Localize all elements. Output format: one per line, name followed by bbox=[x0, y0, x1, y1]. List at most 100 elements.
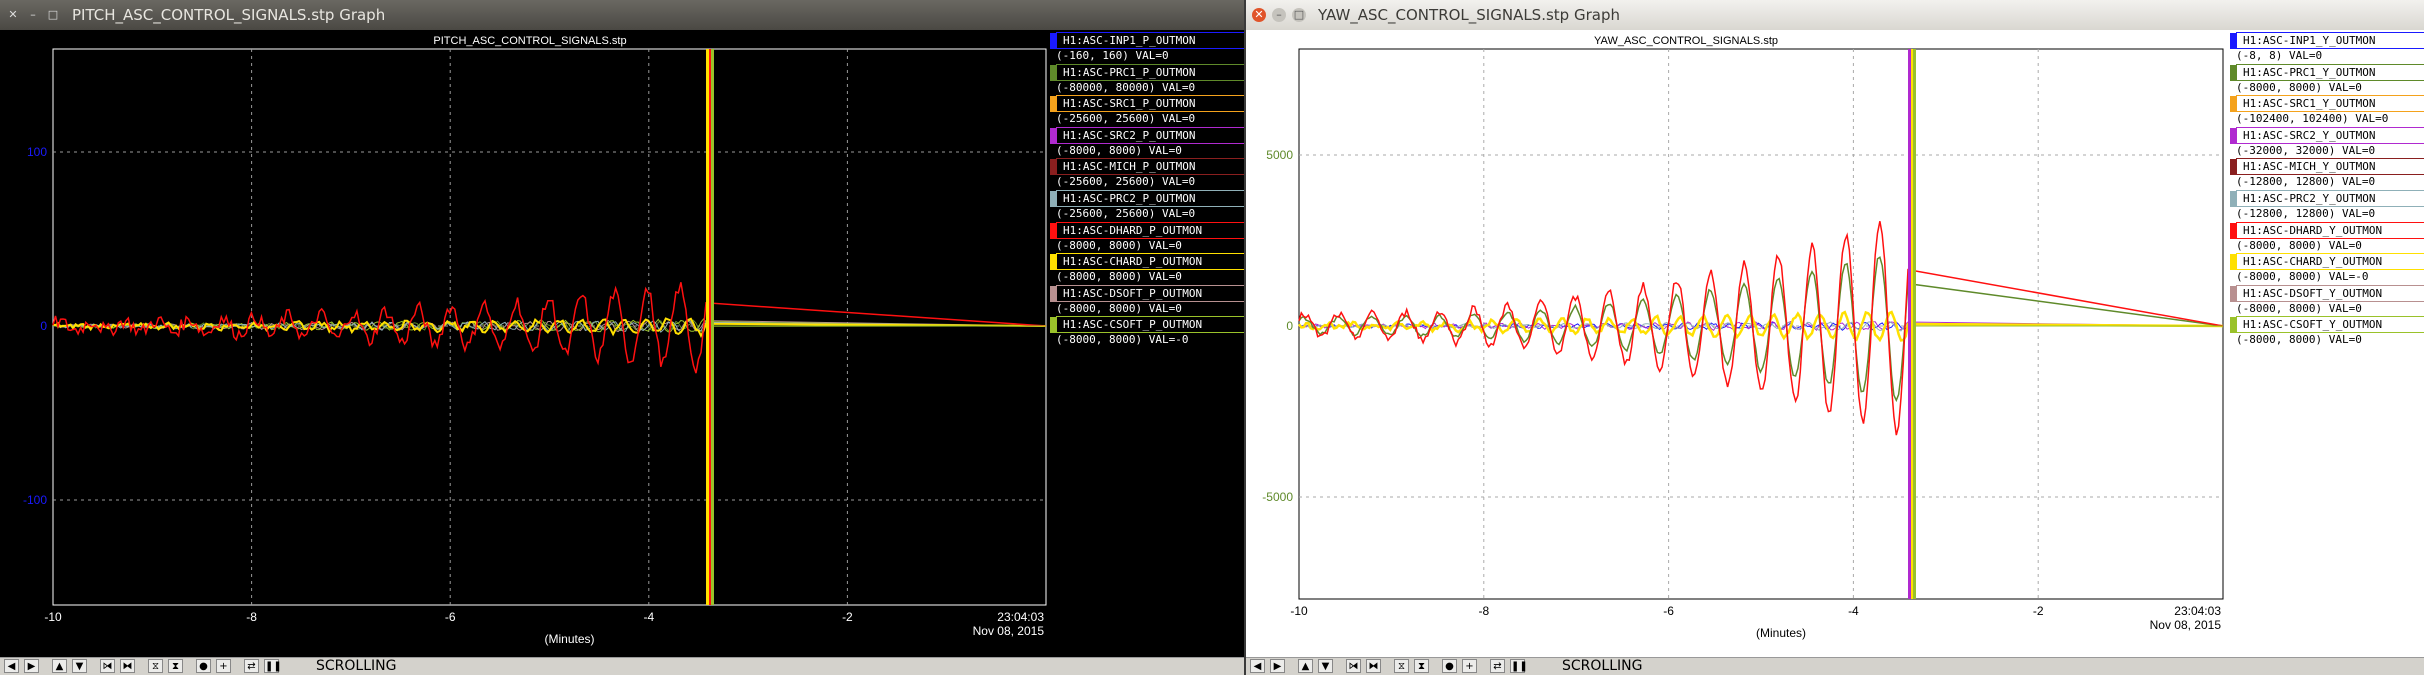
legend-channel-range: (-8000, 8000) VAL=0 bbox=[1056, 301, 1182, 315]
legend-item[interactable]: H1:ASC-SRC2_Y_OUTMON (-32000, 32000) VAL=… bbox=[2230, 125, 2424, 157]
plot-frame: -10 -8 -6 -4 -2 5000 0 -5000 (Minutes) 23:04:03No… bbox=[1262, 48, 2224, 640]
legend-channel-name[interactable]: H1:ASC-PRC1_Y_OUTMON bbox=[2236, 63, 2424, 81]
maximize-icon[interactable]: □ bbox=[46, 8, 60, 22]
legend-channel-name[interactable]: H1:ASC-SRC1_P_OUTMON bbox=[1056, 95, 1244, 113]
legend-item[interactable]: H1:ASC-PRC2_P_OUTMON (-25600, 25600) VAL=… bbox=[1050, 188, 1244, 220]
legend-channel-range: (-8000, 8000) VAL=-0 bbox=[1056, 333, 1189, 347]
x-tick-label: -4 bbox=[1848, 604, 1859, 618]
trace-spike bbox=[706, 49, 709, 605]
legend-channel-name[interactable]: H1:ASC-MICH_Y_OUTMON bbox=[2236, 158, 2424, 176]
shrink-vertical-icon[interactable]: ⧖ bbox=[1394, 659, 1409, 673]
legend-channel-name[interactable]: H1:ASC-PRC2_P_OUTMON bbox=[1056, 189, 1244, 207]
expand-vertical-icon[interactable]: ⧗ bbox=[1414, 659, 1429, 673]
end-date-label: Nov 08, 2015 bbox=[973, 624, 1045, 638]
shrink-horizontal-icon[interactable]: ⧒ bbox=[100, 659, 115, 673]
legend-item[interactable]: H1:ASC-CSOFT_Y_OUTMON (-8000, 8000) VAL=0 bbox=[2230, 314, 2424, 346]
shrink-vertical-icon[interactable]: ⧖ bbox=[148, 659, 163, 673]
trace-h1-asc-dhard-p-outmon bbox=[52, 282, 1047, 374]
legend-channel-name[interactable]: H1:ASC-DSOFT_Y_OUTMON bbox=[2236, 284, 2424, 302]
y-tick-label: 100 bbox=[27, 145, 47, 159]
pause-icon[interactable]: ❚❚ bbox=[264, 659, 282, 673]
legend-channel-range: (-160, 160) VAL=0 bbox=[1056, 49, 1169, 62]
legend-channel-name[interactable]: H1:ASC-CHARD_P_OUTMON bbox=[1056, 253, 1244, 271]
legend-item[interactable]: H1:ASC-PRC1_P_OUTMON (-80000, 80000) VAL=… bbox=[1050, 62, 1244, 94]
legend-channel-name[interactable]: H1:ASC-SRC2_P_OUTMON bbox=[1056, 126, 1244, 144]
legend-item[interactable]: H1:ASC-CHARD_Y_OUTMON (-8000, 8000) VAL=-… bbox=[2230, 251, 2424, 283]
plus-icon[interactable]: + bbox=[216, 659, 231, 673]
graph-canvas[interactable]: YAW_ASC_CONTROL_SIGNALS.stp -10 -8 -6 -4 -2 5… bbox=[1246, 30, 2230, 658]
legend-item[interactable]: H1:ASC-INP1_Y_OUTMON (-8, 8) VAL=0 bbox=[2230, 30, 2424, 62]
legend-channel-name[interactable]: H1:ASC-PRC1_P_OUTMON bbox=[1056, 63, 1244, 81]
scroll-toggle-icon[interactable]: ⇄ bbox=[244, 659, 259, 673]
y-tick-label: 5000 bbox=[1266, 148, 1293, 162]
minimize-icon[interactable]: – bbox=[1272, 8, 1286, 22]
x-tick-label: -10 bbox=[44, 610, 62, 624]
title-bar[interactable]: ✕ – □ YAW_ASC_CONTROL_SIGNALS.stp Graph bbox=[1246, 0, 2424, 30]
pause-icon[interactable]: ❚❚ bbox=[1510, 659, 1528, 673]
legend-channel-name[interactable]: H1:ASC-SRC2_Y_OUTMON bbox=[2236, 126, 2424, 144]
graph-canvas[interactable]: PITCH_ASC_CONTROL_SIGNALS.stp -10 -8 -6 -4 -… bbox=[0, 30, 1050, 658]
close-icon[interactable]: ✕ bbox=[1252, 8, 1266, 22]
legend-channel-name[interactable]: H1:ASC-DHARD_Y_OUTMON bbox=[2236, 221, 2424, 239]
legend-item[interactable]: H1:ASC-SRC1_Y_OUTMON (-102400, 102400) VA… bbox=[2230, 93, 2424, 125]
legend-item[interactable]: H1:ASC-CHARD_P_OUTMON (-8000, 8000) VAL=0 bbox=[1050, 251, 1244, 283]
arrow-right-icon[interactable]: ▶ bbox=[1270, 659, 1285, 673]
expand-horizontal-icon[interactable]: ⧓ bbox=[1366, 659, 1381, 673]
x-tick-label: -6 bbox=[445, 610, 456, 624]
legend-panel: H1:ASC-INP1_Y_OUTMON (-8, 8) VAL=0 H1:ASC-… bbox=[2230, 30, 2424, 658]
plot-area[interactable]: PITCH_ASC_CONTROL_SIGNALS.stp -10 -8 -6 -4 -… bbox=[0, 30, 1050, 658]
legend-channel-name[interactable]: H1:ASC-CHARD_Y_OUTMON bbox=[2236, 253, 2424, 271]
legend-item[interactable]: H1:ASC-MICH_P_OUTMON (-25600, 25600) VAL=… bbox=[1050, 156, 1244, 188]
legend-item[interactable]: H1:ASC-DSOFT_P_OUTMON (-8000, 8000) VAL=0 bbox=[1050, 283, 1244, 315]
arrow-right-icon[interactable]: ▶ bbox=[24, 659, 39, 673]
end-time-label: 23:04:03 bbox=[997, 610, 1044, 624]
title-bar[interactable]: ✕ – □ PITCH_ASC_CONTROL_SIGNALS.stp Grap… bbox=[0, 0, 1244, 30]
legend-channel-range: (-25600, 25600) VAL=0 bbox=[1056, 112, 1196, 126]
x-tick-label: -2 bbox=[842, 610, 853, 624]
scroll-toggle-icon[interactable]: ⇄ bbox=[1490, 659, 1505, 673]
shrink-horizontal-icon[interactable]: ⧒ bbox=[1346, 659, 1361, 673]
legend-item[interactable]: H1:ASC-MICH_Y_OUTMON (-12800, 12800) VAL=… bbox=[2230, 156, 2424, 188]
legend-channel-range: (-8000, 8000) VAL=0 bbox=[1056, 143, 1182, 157]
legend-channel-name[interactable]: H1:ASC-INP1_Y_OUTMON bbox=[2236, 32, 2424, 49]
legend-item[interactable]: H1:ASC-DHARD_Y_OUTMON (-8000, 8000) VAL=0 bbox=[2230, 220, 2424, 252]
arrow-left-icon[interactable]: ◀ bbox=[1250, 659, 1265, 673]
legend-channel-name[interactable]: H1:ASC-MICH_P_OUTMON bbox=[1056, 158, 1244, 176]
legend-channel-name[interactable]: H1:ASC-PRC2_Y_OUTMON bbox=[2236, 189, 2424, 207]
legend-channel-name[interactable]: H1:ASC-DSOFT_P_OUTMON bbox=[1056, 284, 1244, 302]
arrow-left-icon[interactable]: ◀ bbox=[4, 659, 19, 673]
arrow-up-icon[interactable]: ▲ bbox=[1298, 659, 1313, 673]
plus-icon[interactable]: + bbox=[1462, 659, 1477, 673]
close-icon[interactable]: ✕ bbox=[6, 8, 20, 22]
legend-item[interactable]: H1:ASC-CSOFT_P_OUTMON (-8000, 8000) VAL=-… bbox=[1050, 314, 1244, 346]
record-icon[interactable]: ● bbox=[1442, 659, 1457, 673]
legend-channel-name[interactable]: H1:ASC-CSOFT_P_OUTMON bbox=[1056, 316, 1244, 334]
legend-item[interactable]: H1:ASC-INP1_P_OUTMON (-160, 160) VAL=0 bbox=[1050, 30, 1244, 62]
legend-channel-range: (-8000, 8000) VAL=0 bbox=[2236, 333, 2362, 347]
legend-item[interactable]: H1:ASC-SRC1_P_OUTMON (-25600, 25600) VAL=… bbox=[1050, 93, 1244, 125]
maximize-icon[interactable]: □ bbox=[1292, 8, 1306, 22]
expand-horizontal-icon[interactable]: ⧓ bbox=[120, 659, 135, 673]
minimize-icon[interactable]: – bbox=[26, 8, 40, 22]
legend-item[interactable]: H1:ASC-PRC2_Y_OUTMON (-12800, 12800) VAL=… bbox=[2230, 188, 2424, 220]
expand-vertical-icon[interactable]: ⧗ bbox=[168, 659, 183, 673]
arrow-down-icon[interactable]: ▼ bbox=[72, 659, 87, 673]
legend-item[interactable]: H1:ASC-DHARD_P_OUTMON (-8000, 8000) VAL=0 bbox=[1050, 220, 1244, 252]
legend-channel-name[interactable]: H1:ASC-INP1_P_OUTMON bbox=[1056, 32, 1244, 49]
trace-spike bbox=[709, 49, 711, 605]
legend-item[interactable]: H1:ASC-PRC1_Y_OUTMON (-8000, 8000) VAL=0 bbox=[2230, 62, 2424, 94]
legend-channel-range: (-102400, 102400) VAL=0 bbox=[2236, 112, 2389, 126]
y-tick-label: -5000 bbox=[1262, 490, 1293, 504]
legend-channel-name[interactable]: H1:ASC-SRC1_Y_OUTMON bbox=[2236, 95, 2424, 113]
legend-item[interactable]: H1:ASC-SRC2_P_OUTMON (-8000, 8000) VAL=0 bbox=[1050, 125, 1244, 157]
legend-channel-range: (-8000, 8000) VAL=0 bbox=[2236, 301, 2362, 315]
record-icon[interactable]: ● bbox=[196, 659, 211, 673]
legend-channel-name[interactable]: H1:ASC-CSOFT_Y_OUTMON bbox=[2236, 316, 2424, 334]
legend-channel-range: (-32000, 32000) VAL=0 bbox=[2236, 143, 2376, 157]
arrow-down-icon[interactable]: ▼ bbox=[1318, 659, 1333, 673]
legend-channel-range: (-8000, 8000) VAL=0 bbox=[2236, 80, 2362, 94]
legend-channel-name[interactable]: H1:ASC-DHARD_P_OUTMON bbox=[1056, 221, 1244, 239]
arrow-up-icon[interactable]: ▲ bbox=[52, 659, 67, 673]
legend-item[interactable]: H1:ASC-DSOFT_Y_OUTMON (-8000, 8000) VAL=0 bbox=[2230, 283, 2424, 315]
end-date-label: Nov 08, 2015 bbox=[2150, 618, 2222, 632]
